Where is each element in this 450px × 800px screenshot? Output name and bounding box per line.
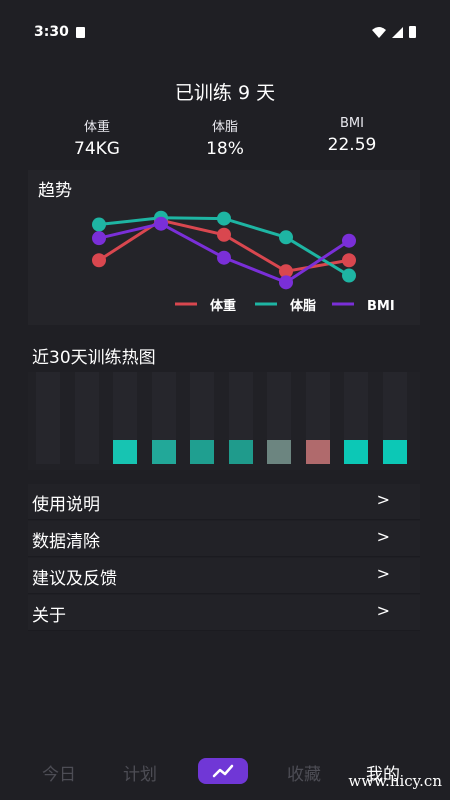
chevron-right-icon: >	[376, 564, 390, 583]
heatmap-title: 近30天训练热图	[32, 348, 156, 368]
trend-line-icon	[212, 764, 234, 778]
watermark: www.hicy.cn	[348, 772, 442, 790]
data-point	[92, 217, 106, 232]
battery-icon	[409, 26, 416, 38]
stat-body-fat: 体脂 18%	[165, 116, 285, 159]
heatmap-cell	[382, 440, 407, 464]
menu-item-usage-guide[interactable]: 使用说明 >	[28, 484, 420, 520]
heatmap-cell	[113, 440, 137, 464]
chevron-right-icon: >	[376, 490, 390, 509]
stat-label: 体重	[83, 120, 110, 135]
data-point	[342, 233, 356, 248]
stat-label: 体脂	[211, 120, 238, 135]
menu-item-label: 数据清除	[32, 532, 100, 552]
wifi-icon	[372, 26, 386, 38]
chevron-right-icon: >	[376, 601, 390, 620]
heatmap-cell	[267, 440, 291, 464]
system-icons	[372, 26, 416, 38]
sim-card-icon	[76, 27, 85, 38]
trend-title: 趋势	[38, 181, 72, 201]
status-time: 3:30	[34, 24, 69, 40]
tab-plan[interactable]: 计划	[123, 760, 157, 785]
menu-item-label: 使用说明	[32, 495, 100, 515]
data-point	[217, 227, 231, 242]
heatmap-cell	[305, 440, 330, 464]
chevron-right-icon: >	[376, 527, 390, 546]
menu-item-label: 建议及反馈	[32, 569, 117, 589]
body-stats: 体重 74KG 体脂 18% BMI 22.59	[0, 116, 450, 160]
tab-stats[interactable]	[198, 758, 248, 784]
data-point	[92, 231, 106, 246]
status-bar: 3:30	[0, 0, 450, 64]
legend-label: 体重	[210, 298, 236, 314]
training-days-title: 已训练 9 天	[174, 82, 276, 104]
stat-weight: 体重 74KG	[37, 116, 157, 159]
data-point	[342, 253, 356, 268]
stat-bmi: BMI 22.59	[292, 116, 412, 155]
tab-today[interactable]: 今日	[42, 760, 76, 785]
heatmap-cell	[151, 440, 176, 464]
data-point	[217, 211, 231, 226]
menu-item-label: 关于	[32, 606, 66, 626]
legend-label: BMI	[367, 299, 395, 314]
data-point	[342, 268, 356, 283]
menu-item-clear-data[interactable]: 数据清除 >	[28, 521, 420, 557]
heatmap-cell	[228, 440, 253, 464]
heatmap-column	[36, 372, 60, 464]
trend-chart: 体重 体脂 BMI	[92, 210, 395, 314]
heatmap-cell	[344, 440, 368, 464]
trend-chart-panel: 体重 体脂 BMI 趋势	[28, 170, 420, 325]
stat-value: 18%	[206, 139, 244, 159]
menu-item-feedback[interactable]: 建议及反馈 >	[28, 558, 420, 594]
data-point	[154, 216, 168, 231]
data-point	[279, 230, 293, 245]
stat-value: 22.59	[327, 135, 377, 155]
menu-item-about[interactable]: 关于 >	[28, 595, 420, 631]
stat-value: 74KG	[74, 139, 120, 159]
heatmap-panel	[28, 372, 420, 470]
stat-label: BMI	[340, 116, 364, 131]
tab-favorites[interactable]: 收藏	[287, 760, 321, 785]
heatmap-cell	[190, 440, 214, 464]
legend-label: 体脂	[290, 298, 316, 314]
data-point	[279, 275, 293, 290]
data-point	[217, 250, 231, 265]
data-point	[92, 253, 106, 268]
heatmap-column	[74, 372, 99, 464]
cellular-signal-icon	[392, 26, 403, 38]
settings-menu: 使用说明 > 数据清除 > 建议及反馈 > 关于 >	[28, 484, 420, 632]
